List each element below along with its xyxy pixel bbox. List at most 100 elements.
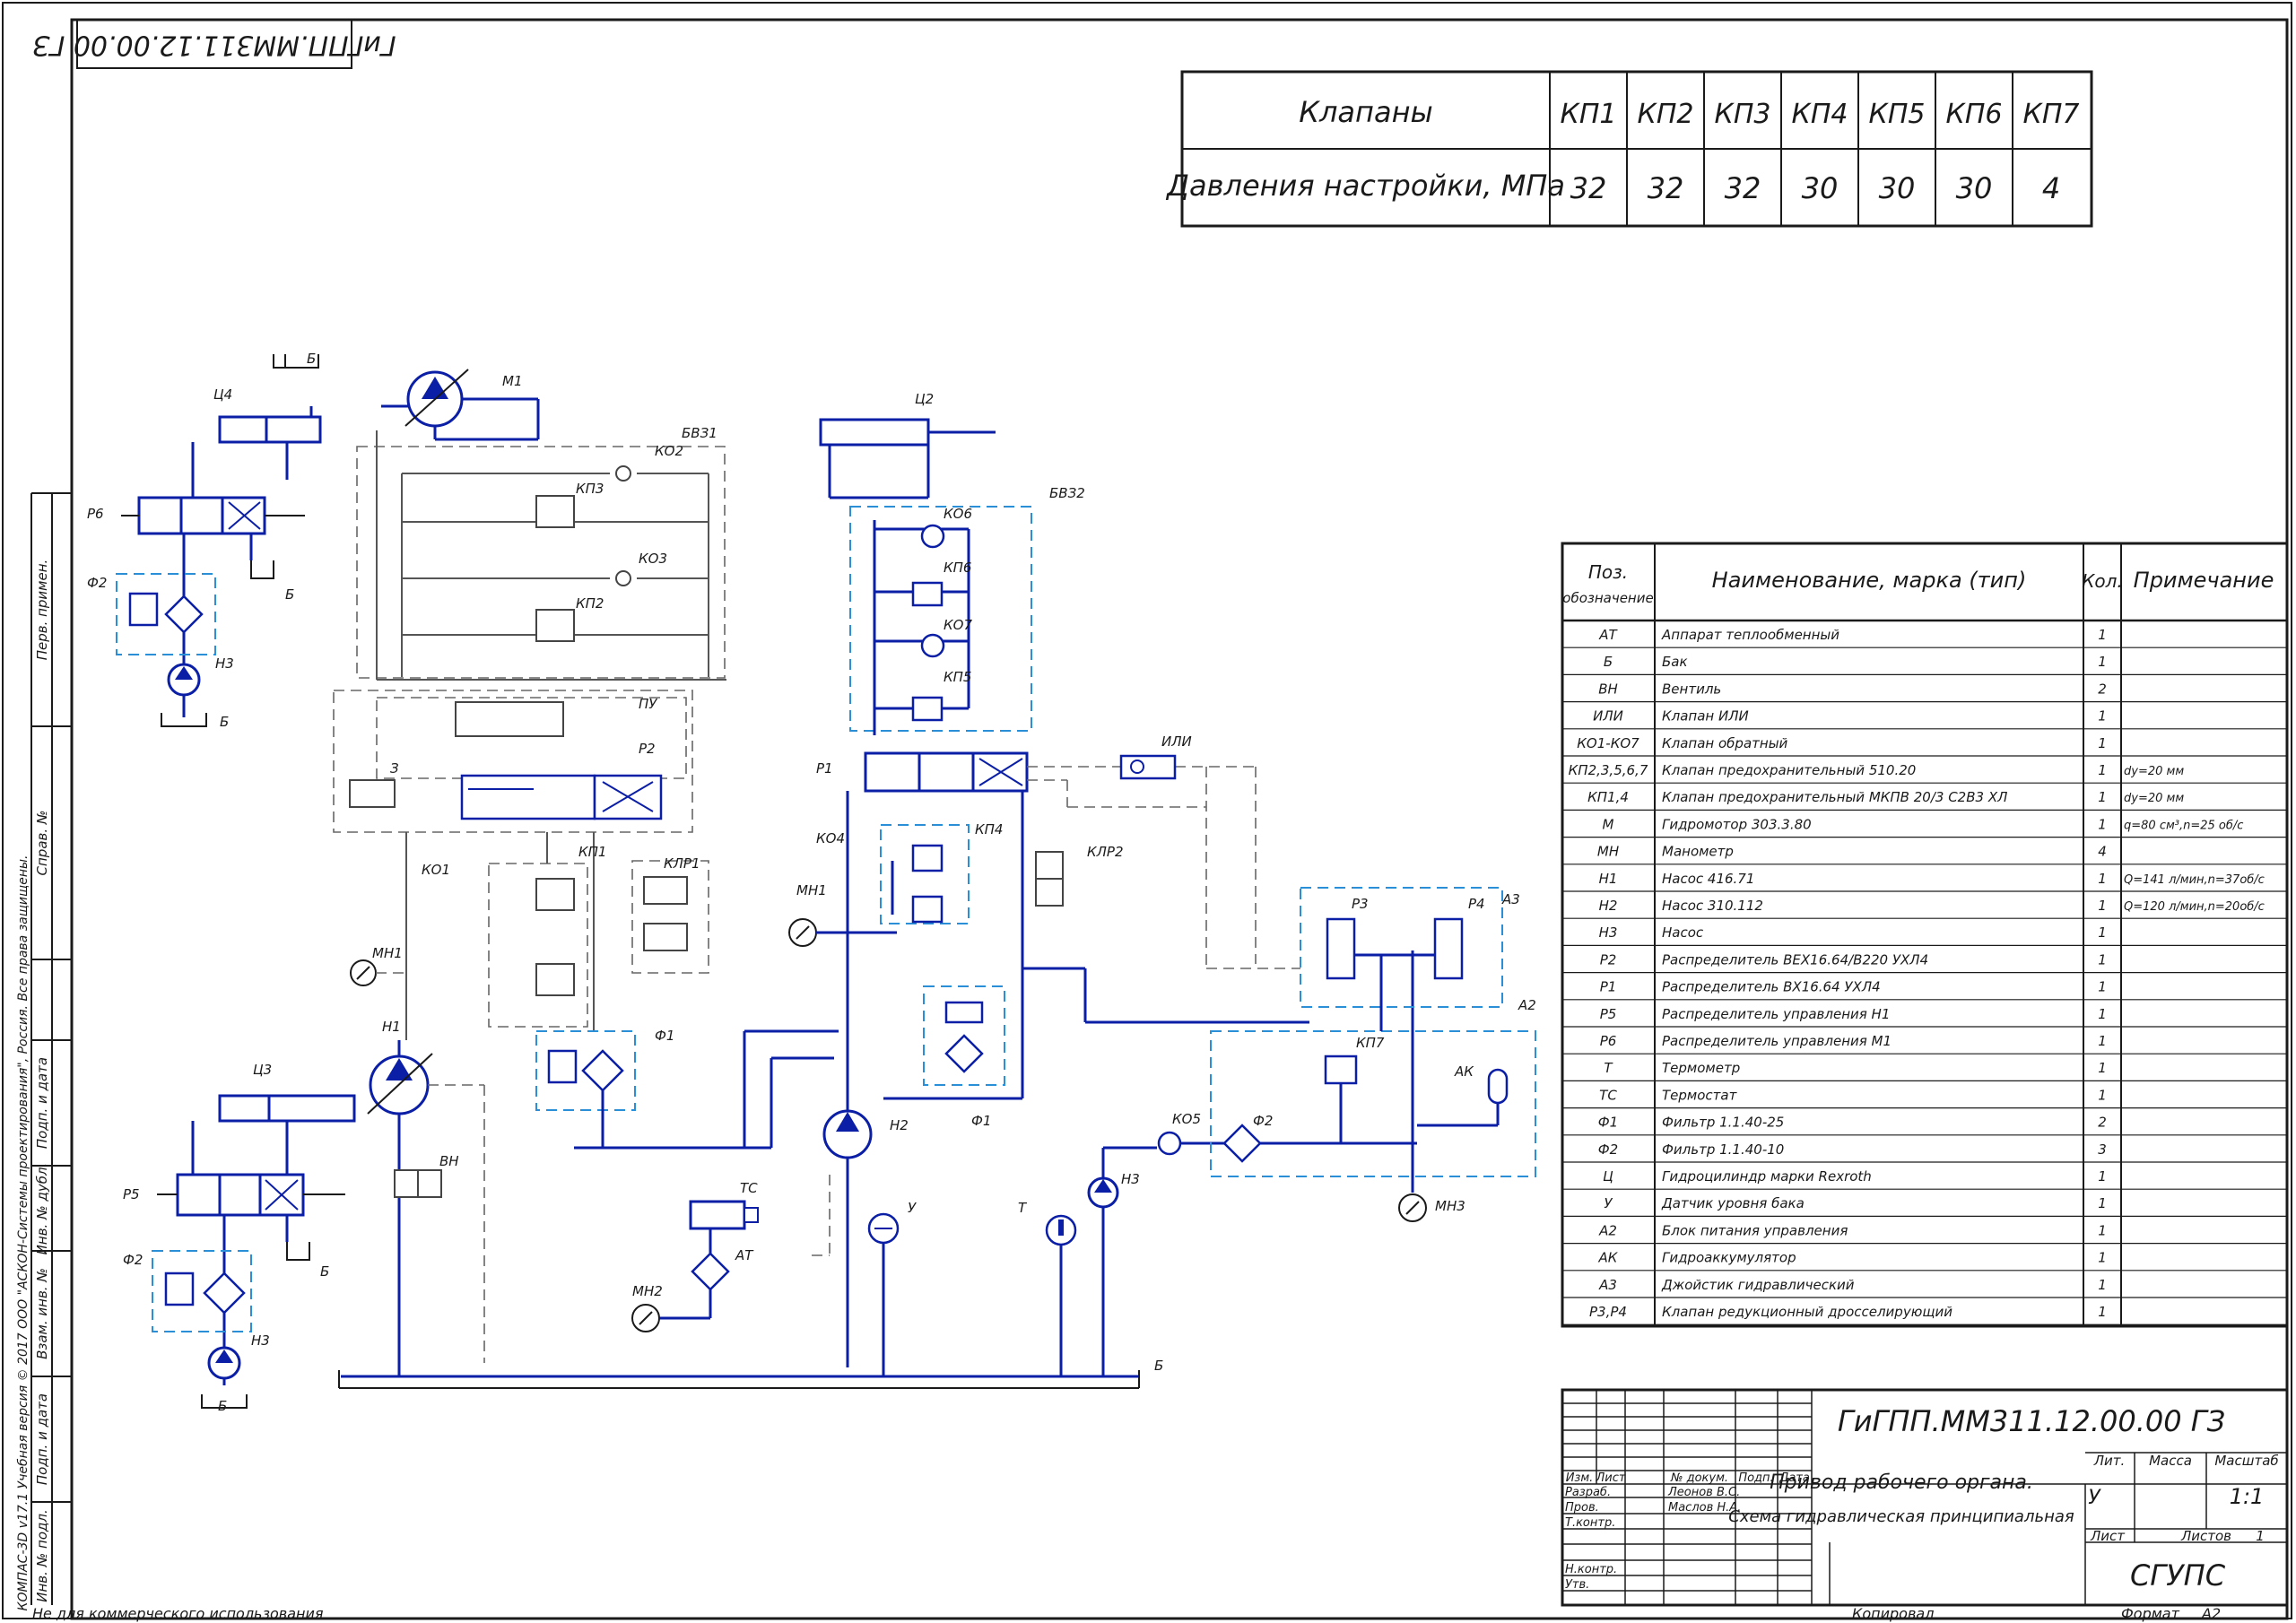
footer-copied: Копировал [1852, 1605, 1934, 1622]
component-label: Т [1018, 1200, 1028, 1216]
component-label: Н3 [251, 1332, 270, 1349]
spec-head-pos-1: Поз. [1588, 561, 1628, 583]
title-person: Леонов В.С. [1667, 1486, 1740, 1499]
spec-cell-name: Распределитель управления М1 [1662, 1033, 1892, 1049]
component-label: Б [320, 1263, 329, 1280]
spec-table: Поз. обозначение Наименование, марка (ти… [1561, 542, 2289, 1328]
spec-cell-qty: 1 [2098, 979, 2107, 995]
spec-cell-qty: 1 [2098, 816, 2107, 832]
spec-cell-pos: КП2,3,5,6,7 [1569, 762, 1648, 778]
footer-format-label: Формат [2121, 1605, 2180, 1622]
component-label: М1 [502, 373, 523, 389]
spec-cell-qty: 1 [2098, 1168, 2107, 1185]
spec-cell-qty: 2 [2098, 1115, 2107, 1131]
title-col-head: Дата [1779, 1471, 1810, 1485]
spec-cell-note: dу=20 мм [2124, 792, 2184, 805]
title-col-head: Лист [1596, 1471, 1626, 1485]
spec-cell-pos: Р2 [1600, 951, 1617, 968]
spec-cell-pos: Н1 [1599, 871, 1618, 887]
spec-cell-qty: 1 [2098, 762, 2107, 778]
title-scale-label: Масштаб [2214, 1453, 2278, 1469]
spec-cell-name: Клапан редукционный дросселирующий [1662, 1304, 1952, 1320]
spec-cell-qty: 1 [2098, 735, 2107, 751]
component-label: Р1 [816, 760, 833, 777]
footer-noncommercial: Не для коммерческого использования [32, 1605, 324, 1622]
component-label: З [390, 760, 399, 777]
component-label: Р6 [87, 506, 104, 522]
component-label: Ц4 [213, 386, 232, 403]
component-label: Р2 [639, 741, 656, 757]
spec-cell-name: Клапан обратный [1662, 735, 1788, 751]
title-role: Т.контр. [1565, 1516, 1615, 1530]
component-label: КО4 [816, 830, 845, 846]
side-copyright-text: КОМПАС-3D v17.1 Учебная версия © 2017 ОО… [16, 855, 30, 1611]
spec-cell-qty: 1 [2098, 871, 2107, 887]
settings-valve-pressure: 32 [1648, 171, 1684, 205]
component-label: КП2 [576, 595, 604, 612]
component-label: БВЗ2 [1049, 485, 1085, 501]
spec-cell-qty: 4 [2098, 844, 2107, 860]
spec-head-pos-2: обозначение [1562, 590, 1653, 606]
spec-cell-qty: 1 [2098, 789, 2107, 805]
side-label-orig-no: Инв. № подл. [34, 1509, 50, 1601]
component-label: Б [1154, 1358, 1163, 1374]
spec-cell-note: Q=120 л/мин,n=20об/с [2124, 900, 2265, 914]
spec-cell-pos: АТ [1598, 627, 1618, 643]
spec-cell-qty: 1 [2098, 1304, 2107, 1320]
side-label-first-use: Перв. примен. [34, 560, 50, 661]
title-col-head: № докум. [1670, 1471, 1728, 1485]
spec-cell-name: Гидроцилиндр марки Rexroth [1662, 1168, 1872, 1185]
settings-valve-pressure: 30 [1802, 171, 1839, 205]
component-label: ИЛИ [1161, 733, 1192, 750]
spec-cell-qty: 1 [2098, 1195, 2107, 1211]
component-label: ВН [439, 1153, 459, 1169]
component-label: Б [220, 714, 229, 730]
component-label: Ф2 [87, 575, 107, 591]
title-role: Н.контр. [1565, 1563, 1617, 1576]
spec-cell-pos: Н3 [1599, 924, 1618, 941]
settings-valve-pressure: 30 [1879, 171, 1916, 205]
component-label: БВЗ1 [682, 425, 718, 441]
settings-valve-name: КП7 [2023, 99, 2080, 130]
title-col-head: Изм. [1566, 1471, 1594, 1485]
settings-table: Клапаны Давления настройки, МПа КП1 32 КП2… [1165, 70, 2093, 228]
component-label: КО3 [639, 551, 667, 567]
spec-cell-pos: Ф2 [1598, 1141, 1618, 1158]
rotated-stamp: ГиГПП.ММ311.12.00.00 ГЗ [32, 19, 396, 69]
spec-cell-pos: ВН [1598, 681, 1618, 697]
settings-row1-label: Клапаны [1299, 95, 1433, 129]
component-label: Ф2 [1253, 1113, 1273, 1129]
title-scale-value: 1:1 [2230, 1484, 2265, 1509]
spec-cell-pos: М [1603, 816, 1614, 832]
spec-cell-pos: Р3,Р4 [1589, 1304, 1627, 1320]
component-label: Р4 [1468, 896, 1485, 912]
component-label: КО6 [944, 506, 972, 522]
component-label: Б [218, 1398, 227, 1414]
hydraulic-schematic: Б М1 Ц4 Р6 Б Ф2 Н3 Б БВЗ1 КО2 КП3 КО3 КП2 ПУ З Р2 КО1 КП1… [87, 351, 1536, 1414]
component-label: Н3 [215, 655, 234, 672]
title-block: ГиГПП.ММ311.12.00.00 ГЗ Привод рабочего … [1561, 1388, 2289, 1607]
spec-cell-qty: 1 [2098, 898, 2107, 914]
spec-cell-qty: 1 [2098, 1087, 2107, 1103]
spec-cell-note: q=80 см³,n=25 об/с [2124, 819, 2243, 832]
spec-cell-qty: 1 [2098, 1222, 2107, 1238]
component-label: МН2 [632, 1283, 663, 1299]
component-label: АК [1454, 1063, 1474, 1080]
spec-cell-pos: Т [1604, 1060, 1613, 1076]
spec-cell-name: Блок питания управления [1662, 1222, 1848, 1238]
component-label: Б [307, 351, 316, 367]
title-person: Маслов Н.А. [1668, 1501, 1741, 1515]
rotated-stamp-text: ГиГПП.ММ311.12.00.00 ГЗ [32, 30, 396, 61]
spec-cell-name: Распределитель ВЕХ16.64/В220 УХЛ4 [1662, 951, 1928, 968]
component-label: КП3 [576, 481, 604, 497]
spec-cell-pos: Р1 [1600, 979, 1617, 995]
spec-cell-name: Распределитель ВХ16.64 УХЛ4 [1662, 979, 1881, 995]
settings-valve-pressure: 4 [2042, 171, 2060, 205]
component-label: Н1 [382, 1019, 401, 1035]
spec-cell-qty: 1 [2098, 627, 2107, 643]
spec-head-qty: Кол. [2082, 570, 2123, 592]
title-role: Пров. [1565, 1501, 1599, 1515]
spec-cell-pos: Р5 [1600, 1006, 1617, 1022]
component-label: У [908, 1200, 917, 1216]
component-label: Н3 [1121, 1171, 1140, 1187]
